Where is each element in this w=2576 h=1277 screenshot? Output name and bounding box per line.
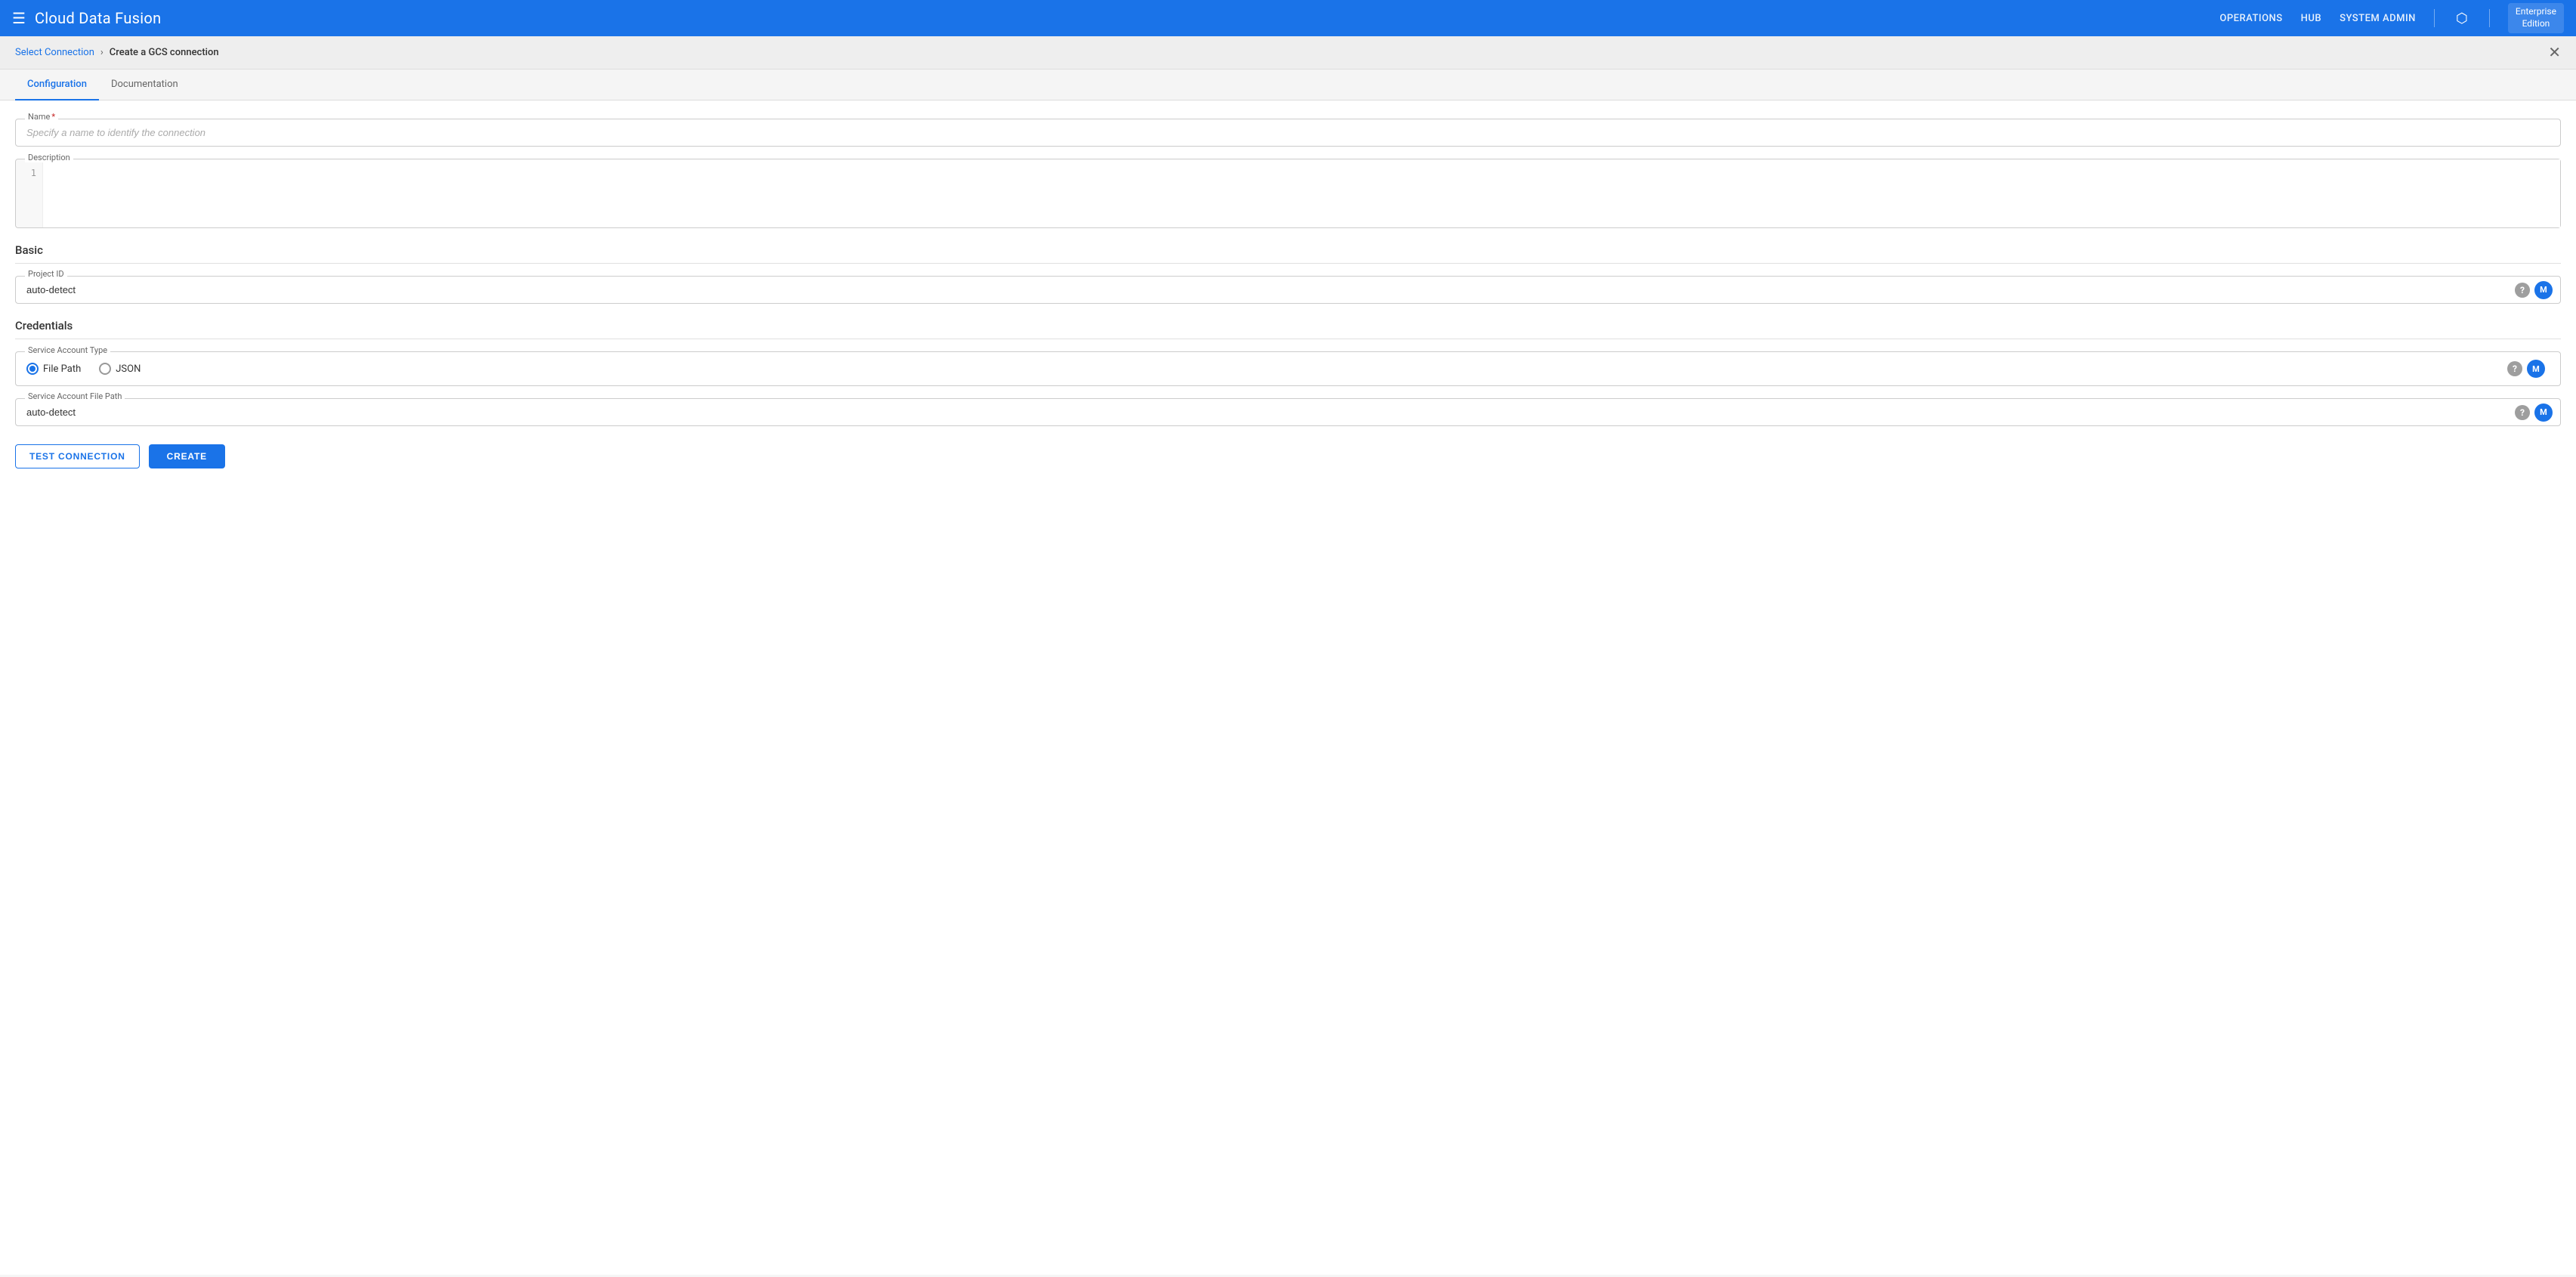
project-id-input[interactable]	[16, 277, 2515, 303]
service-account-type-help-icon[interactable]: ?	[2507, 361, 2522, 376]
service-account-file-path-group: Service Account File Path ? M	[15, 398, 2561, 426]
header: ☰ Cloud Data Fusion OPERATIONS HUB SYSTE…	[0, 0, 2576, 36]
name-field-group: Name*	[15, 119, 2561, 147]
nav-operations[interactable]: OPERATIONS	[2219, 13, 2282, 24]
project-id-help-icon[interactable]: ?	[2515, 283, 2530, 298]
line-numbers: 1	[16, 159, 43, 227]
service-account-file-path-icons: ? M	[2515, 404, 2560, 422]
header-divider	[2434, 9, 2435, 27]
radio-file-path[interactable]: File Path	[26, 363, 81, 375]
tabs-bar: Configuration Documentation	[0, 70, 2576, 100]
radio-json[interactable]: JSON	[99, 363, 141, 375]
create-button[interactable]: CREATE	[149, 444, 225, 468]
service-account-file-path-help-icon[interactable]: ?	[2515, 405, 2530, 420]
service-account-type-group: Service Account Type File Path JSON ? M	[15, 351, 2561, 386]
breadcrumb-separator: ›	[100, 47, 103, 58]
service-account-file-path-label: Service Account File Path	[25, 392, 125, 400]
header-divider-2	[2489, 9, 2490, 27]
nav-hub[interactable]: HUB	[2301, 13, 2321, 24]
tab-configuration[interactable]: Configuration	[15, 70, 99, 100]
project-id-field-group: Project ID ? M	[15, 276, 2561, 304]
line-number-1: 1	[16, 165, 42, 181]
breadcrumb: Select Connection › Create a GCS connect…	[0, 36, 2576, 70]
enterprise-badge: Enterprise Edition	[2508, 3, 2564, 32]
project-id-label: Project ID	[25, 270, 67, 278]
description-field-group: Description 1	[15, 159, 2561, 228]
basic-section-heading: Basic	[15, 243, 2561, 264]
service-account-file-path-macro-icon[interactable]: M	[2534, 404, 2553, 422]
description-textarea[interactable]	[43, 159, 2560, 227]
breadcrumb-link[interactable]: Select Connection	[15, 47, 94, 58]
name-input[interactable]	[16, 119, 2560, 146]
project-id-icons: ? M	[2515, 281, 2560, 299]
breadcrumb-current: Create a GCS connection	[110, 47, 219, 58]
test-connection-button[interactable]: TEST CONNECTION	[15, 444, 140, 468]
tab-documentation[interactable]: Documentation	[99, 70, 190, 100]
service-account-type-macro-icon[interactable]: M	[2527, 360, 2545, 378]
description-label: Description	[25, 153, 73, 162]
project-id-macro-icon[interactable]: M	[2534, 281, 2553, 299]
share-icon[interactable]: ⬡	[2453, 9, 2471, 27]
service-account-type-label: Service Account Type	[25, 345, 110, 355]
buttons-row: TEST CONNECTION CREATE	[15, 444, 2561, 468]
nav-system-admin[interactable]: SYSTEM ADMIN	[2340, 13, 2416, 24]
radio-file-path-label: File Path	[43, 363, 81, 375]
service-account-file-path-input[interactable]	[16, 399, 2515, 425]
radio-json-circle	[99, 363, 111, 375]
radio-json-label: JSON	[116, 363, 141, 375]
form-content: Name* Description 1 Basic Project ID ? M…	[0, 100, 2576, 1275]
menu-icon[interactable]: ☰	[12, 9, 26, 27]
credentials-section-heading: Credentials	[15, 319, 2561, 339]
close-button[interactable]: ✕	[2545, 42, 2564, 63]
radio-file-path-circle	[26, 363, 39, 375]
name-label: Name*	[25, 113, 58, 121]
service-account-type-icons: ? M	[2507, 360, 2550, 378]
app-logo: Cloud Data Fusion	[35, 9, 162, 27]
header-nav: OPERATIONS HUB SYSTEM ADMIN ⬡ Enterprise…	[2219, 3, 2564, 32]
